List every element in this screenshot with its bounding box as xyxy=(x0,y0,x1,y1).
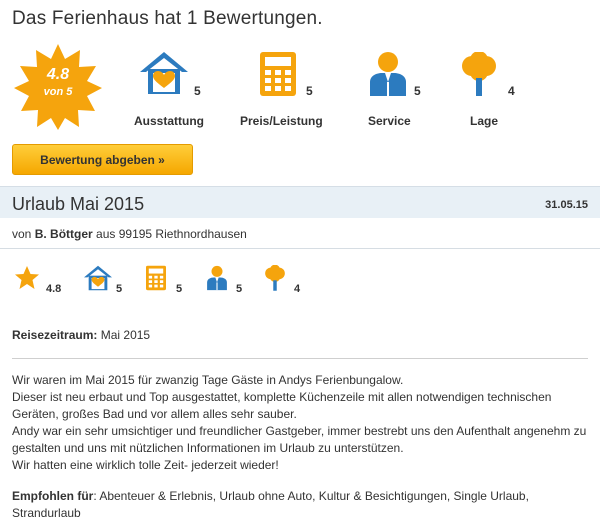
review-rating-lage-value: 4 xyxy=(294,283,301,295)
recommended-for-label: Empfohlen für xyxy=(12,489,94,503)
review-rating-lage: 4 xyxy=(264,264,300,296)
write-review-button[interactable]: Bewertung abgeben » xyxy=(12,144,193,175)
review-rating-preis-leistung: 5 xyxy=(146,265,182,296)
review-text: Wir waren im Mai 2015 für zwanzig Tage G… xyxy=(12,372,592,474)
review-rating-service: 5 xyxy=(206,265,242,296)
category-preis-leistung: 5 Preis/Leistung xyxy=(240,52,340,128)
review-author: von B. Böttger aus 99195 Riethnordhausen xyxy=(12,227,247,241)
star-icon xyxy=(15,266,39,289)
tree-icon xyxy=(265,264,285,291)
rating-summary: 4.8 von 5 5 Ausstattung 5 Preis/Leistung xyxy=(0,40,600,130)
author-name: B. Böttger xyxy=(34,227,93,241)
review-rating-ausstattung-value: 5 xyxy=(116,283,123,295)
review-rating-overall-value: 4.8 xyxy=(46,283,62,295)
review-rating-overall: 4.8 xyxy=(14,265,61,296)
overall-score-suffix: von 5 xyxy=(43,86,73,98)
review-text-line: Andy war ein sehr umsichtiger und freund… xyxy=(12,424,587,455)
review-rating-ausstattung: 5 xyxy=(84,265,122,296)
review-date: 31.05.15 xyxy=(545,199,588,211)
category-lage-label: Lage xyxy=(470,114,499,128)
travel-period: Reisezeitraum: Mai 2015 xyxy=(12,328,150,342)
review-header: Urlaub Mai 2015 31.05.15 xyxy=(0,186,600,218)
divider xyxy=(0,248,600,249)
review-rating-preis-leistung-value: 5 xyxy=(176,283,183,295)
tree-icon xyxy=(462,52,496,96)
divider xyxy=(12,358,588,359)
person-icon xyxy=(370,52,406,96)
author-prefix: von xyxy=(12,227,32,241)
category-preis-leistung-label: Preis/Leistung xyxy=(240,114,323,128)
review-text-line: Wir waren im Mai 2015 für zwanzig Tage G… xyxy=(12,373,404,387)
travel-period-label: Reisezeitraum: xyxy=(12,328,98,342)
recommended-for: Empfohlen für: Abenteuer & Erlebnis, Url… xyxy=(12,488,592,522)
category-service-label: Service xyxy=(368,114,411,128)
review-title: Urlaub Mai 2015 xyxy=(12,194,145,214)
category-service: 5 Service xyxy=(368,52,448,128)
category-ausstattung: 5 Ausstattung xyxy=(134,52,214,128)
category-preis-leistung-value: 5 xyxy=(306,84,313,98)
house-heart-icon xyxy=(84,265,112,291)
category-ausstattung-value: 5 xyxy=(194,84,201,98)
category-lage-value: 4 xyxy=(508,84,515,98)
overall-score-badge: 4.8 von 5 xyxy=(14,42,102,130)
category-service-value: 5 xyxy=(414,84,421,98)
review-ratings: 4.8 5 5 5 4 xyxy=(0,264,600,305)
category-ausstattung-label: Ausstattung xyxy=(134,114,204,128)
house-heart-icon xyxy=(140,52,188,94)
author-location: aus 99195 Riethnordhausen xyxy=(96,227,247,241)
review-text-line: Wir hatten eine wirklich tolle Zeit- jed… xyxy=(12,458,279,472)
review-rating-service-value: 5 xyxy=(236,283,243,295)
category-lage: 4 Lage xyxy=(458,52,538,128)
travel-period-value: Mai 2015 xyxy=(100,328,151,342)
overall-score: 4.8 xyxy=(46,66,70,83)
calculator-icon xyxy=(260,52,296,96)
page-title: Das Ferienhaus hat 1 Bewertungen. xyxy=(12,8,323,29)
person-icon xyxy=(207,265,227,291)
calculator-icon xyxy=(146,265,166,291)
review-text-line: Dieser ist neu erbaut und Top ausgestatt… xyxy=(12,390,552,421)
